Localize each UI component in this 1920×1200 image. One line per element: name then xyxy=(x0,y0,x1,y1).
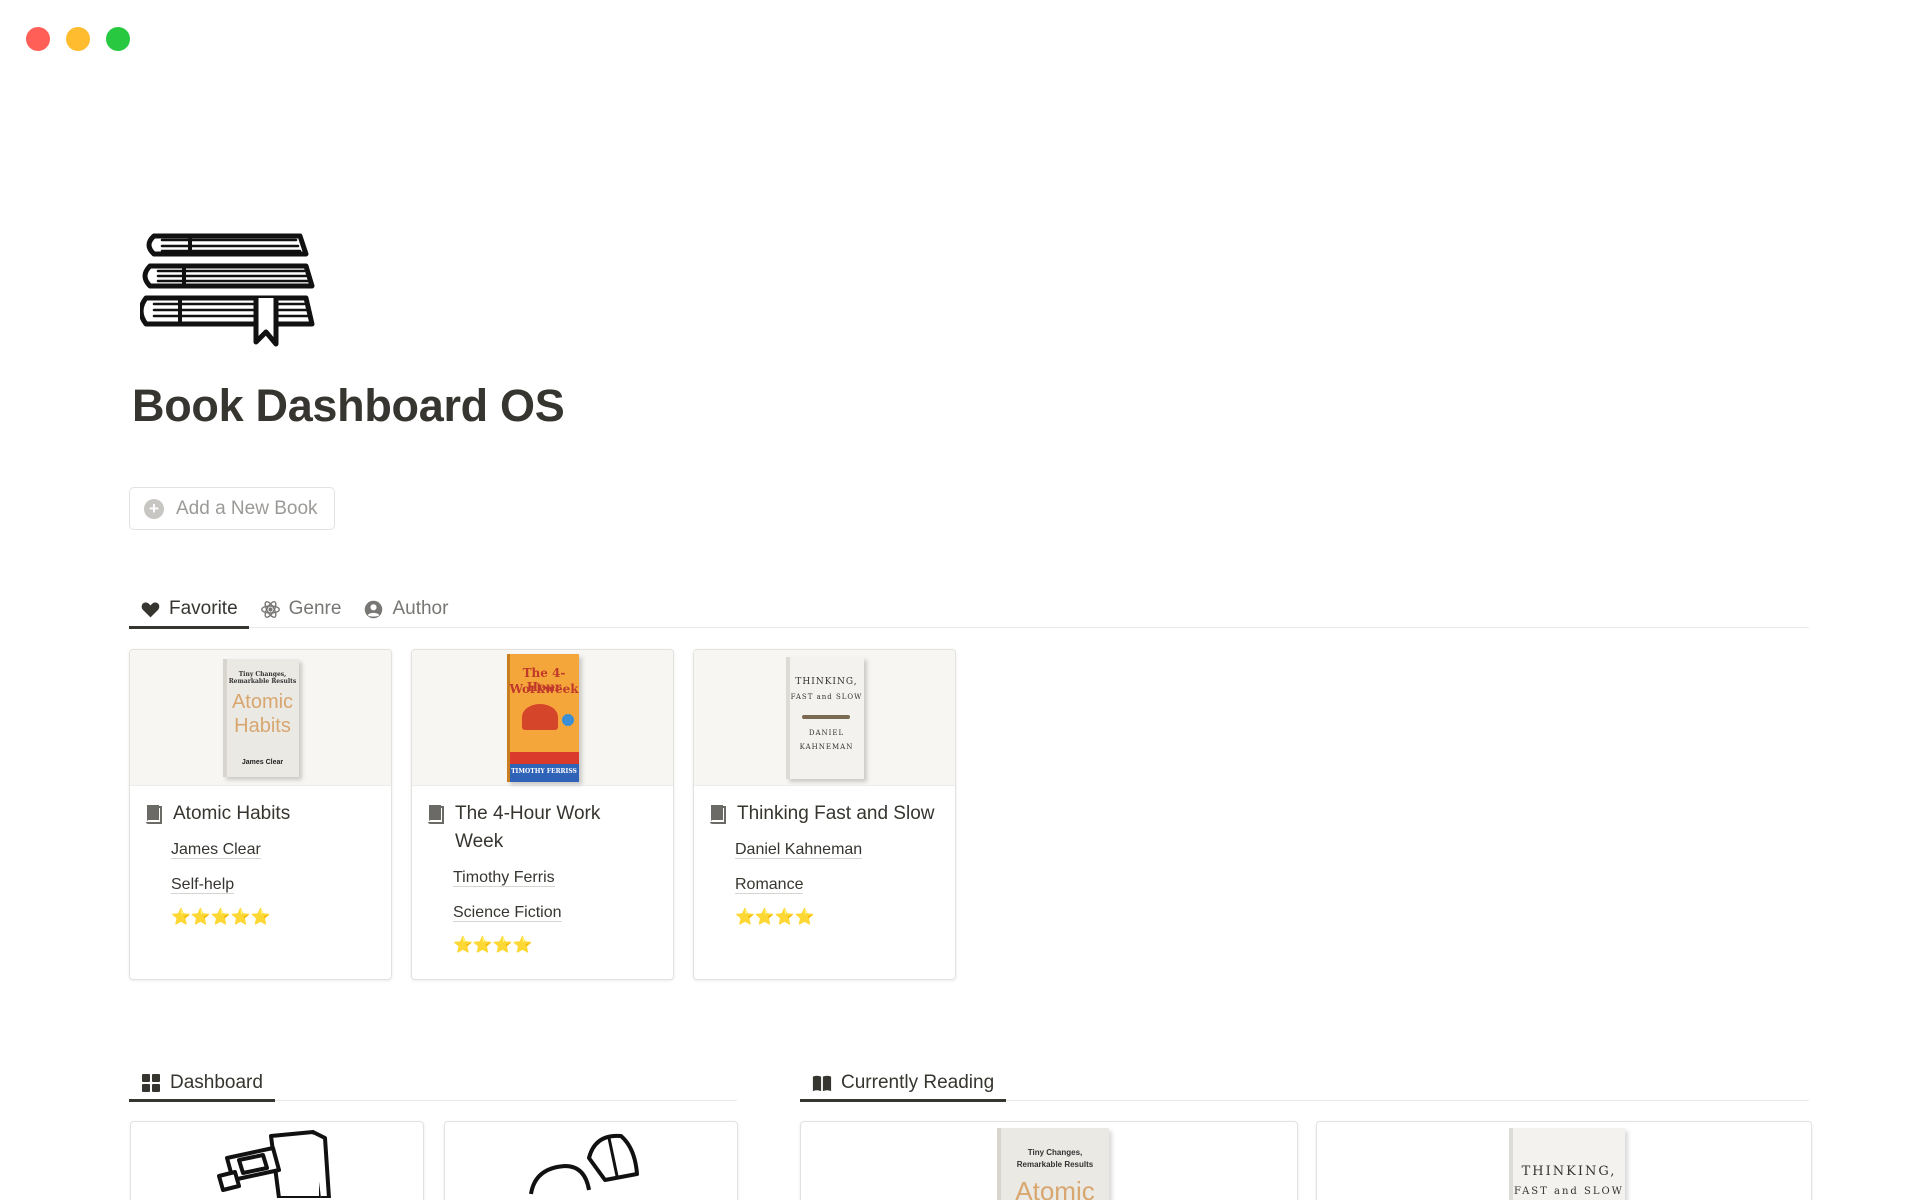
book-cover: The 4-Hour Workweek TIMOTHY FERRISS xyxy=(412,650,673,786)
rating-stars: ⭐⭐⭐⭐ xyxy=(453,937,533,954)
cover-text: THINKING, xyxy=(795,676,858,687)
book-pile-icon xyxy=(217,1130,331,1198)
book-title: The 4-Hour Work Week xyxy=(455,803,601,852)
book-author[interactable]: James Clear xyxy=(171,837,376,863)
close-window-button[interactable] xyxy=(26,27,50,51)
genre-link[interactable]: Science Fiction xyxy=(453,904,562,922)
book-card-4-hour-work-week[interactable]: The 4-Hour Workweek TIMOTHY FERRISS The … xyxy=(411,649,674,980)
zoom-window-button[interactable] xyxy=(106,27,130,51)
book-author[interactable]: Daniel Kahneman xyxy=(735,837,940,863)
heart-icon xyxy=(141,602,160,617)
cover-text: FAST and SLOW xyxy=(790,692,863,701)
grid-icon xyxy=(142,1073,160,1092)
open-book-icon xyxy=(812,1075,832,1091)
book-card-atomic-habits[interactable]: Tiny Changes, Remarkable Results Atomic … xyxy=(129,649,392,980)
cover-text: Tiny Changes, xyxy=(1027,1148,1083,1157)
thinking-fast-slow-cover-image: THINKING, FAST and SLOW DANIEL KAHNEMAN xyxy=(785,656,864,779)
cover-text: Atomic xyxy=(231,690,294,713)
cover-text: Remarkable Results xyxy=(228,677,297,685)
page-doc-icon xyxy=(146,805,162,824)
atomic-habits-cover-image: Tiny Changes, Remarkable Results Atomic … xyxy=(222,658,299,777)
cover-text: Habits xyxy=(234,714,291,737)
dashboard-section-tabs: Dashboard xyxy=(129,1054,737,1102)
add-new-book-label: Add a New Book xyxy=(176,497,318,519)
book-genre[interactable]: Self-help xyxy=(171,872,376,898)
desk-lamp-icon xyxy=(529,1133,639,1195)
cover-text: Tiny Changes, xyxy=(238,670,287,678)
cover-text: Remarkable Results xyxy=(1016,1160,1094,1169)
view-tabs: Favorite Genre Author xyxy=(129,584,1809,629)
rating-stars: ⭐⭐⭐⭐⭐ xyxy=(171,909,271,926)
add-new-book-button[interactable]: + Add a New Book xyxy=(129,487,335,530)
cover-text: DANIEL xyxy=(808,728,845,737)
currently-reading-card[interactable]: Tiny Changes, Remarkable Results Atomic xyxy=(800,1121,1298,1200)
cover-text: KAHNEMAN xyxy=(799,742,854,751)
palm-tree-illustration xyxy=(521,703,558,730)
tab-author-label: Author xyxy=(392,598,449,619)
cover-text: THINKING, xyxy=(1521,1164,1617,1179)
author-link[interactable]: Daniel Kahneman xyxy=(735,841,863,859)
tab-dashboard-label: Dashboard xyxy=(170,1071,263,1093)
window-controls xyxy=(26,27,130,51)
genre-link[interactable]: Self-help xyxy=(171,876,235,894)
atomic-habits-cover-image: Tiny Changes, Remarkable Results Atomic xyxy=(997,1128,1109,1200)
atom-icon xyxy=(260,600,280,618)
book-author[interactable]: Timothy Ferris xyxy=(453,865,658,891)
currently-reading-card[interactable]: THINKING, FAST and SLOW xyxy=(1316,1121,1812,1200)
book-cover: Tiny Changes, Remarkable Results Atomic … xyxy=(130,650,391,786)
cover-text: TIMOTHY FERRISS xyxy=(511,767,577,775)
book-genre[interactable]: Romance xyxy=(735,872,940,898)
badge-illustration xyxy=(561,713,574,726)
book-cover: THINKING, FAST and SLOW DANIEL KAHNEMAN xyxy=(694,650,955,786)
cover-text: Workweek xyxy=(509,681,579,696)
dashboard-card[interactable] xyxy=(444,1121,738,1200)
author-link[interactable]: Timothy Ferris xyxy=(453,869,555,887)
tab-genre-label: Genre xyxy=(288,598,342,619)
genre-link[interactable]: Romance xyxy=(735,876,804,894)
tab-favorite-label: Favorite xyxy=(169,598,238,619)
4-hour-workweek-cover-image: The 4-Hour Workweek TIMOTHY FERRISS xyxy=(506,653,579,782)
dashboard-card[interactable] xyxy=(130,1121,424,1200)
page-doc-icon xyxy=(428,805,444,824)
page-doc-icon xyxy=(710,805,726,824)
books-icon[interactable] xyxy=(140,224,320,354)
author-link[interactable]: James Clear xyxy=(171,841,261,859)
tab-currently-reading[interactable]: Currently Reading xyxy=(800,1054,1007,1102)
book-title: Thinking Fast and Slow xyxy=(737,803,935,824)
tab-dashboard[interactable]: Dashboard xyxy=(129,1054,275,1102)
plus-circle-icon: + xyxy=(144,498,164,519)
currently-reading-section-tabs: Currently Reading xyxy=(800,1054,1809,1102)
book-title: Atomic Habits xyxy=(173,803,291,824)
tab-currently-reading-label: Currently Reading xyxy=(841,1071,995,1093)
tab-favorite[interactable]: Favorite xyxy=(129,584,249,629)
book-genre[interactable]: Science Fiction xyxy=(453,900,658,926)
book-card-thinking-fast-and-slow[interactable]: THINKING, FAST and SLOW DANIEL KAHNEMAN … xyxy=(693,649,956,980)
user-circle-icon xyxy=(365,600,383,618)
minimize-window-button[interactable] xyxy=(66,27,90,51)
book-gallery: Tiny Changes, Remarkable Results Atomic … xyxy=(129,649,956,980)
cover-band xyxy=(509,751,579,764)
cover-text: Atomic xyxy=(1015,1176,1095,1200)
thinking-fast-slow-cover-image: THINKING, FAST and SLOW xyxy=(1509,1128,1625,1200)
tab-genre[interactable]: Genre xyxy=(249,584,353,628)
cover-text: FAST and SLOW xyxy=(1514,1186,1624,1197)
tab-author[interactable]: Author xyxy=(352,584,459,628)
cover-text: James Clear xyxy=(241,758,284,766)
page-title: Book Dashboard OS xyxy=(132,380,565,431)
pencil-illustration xyxy=(801,714,850,719)
rating-stars: ⭐⭐⭐⭐ xyxy=(735,909,815,926)
